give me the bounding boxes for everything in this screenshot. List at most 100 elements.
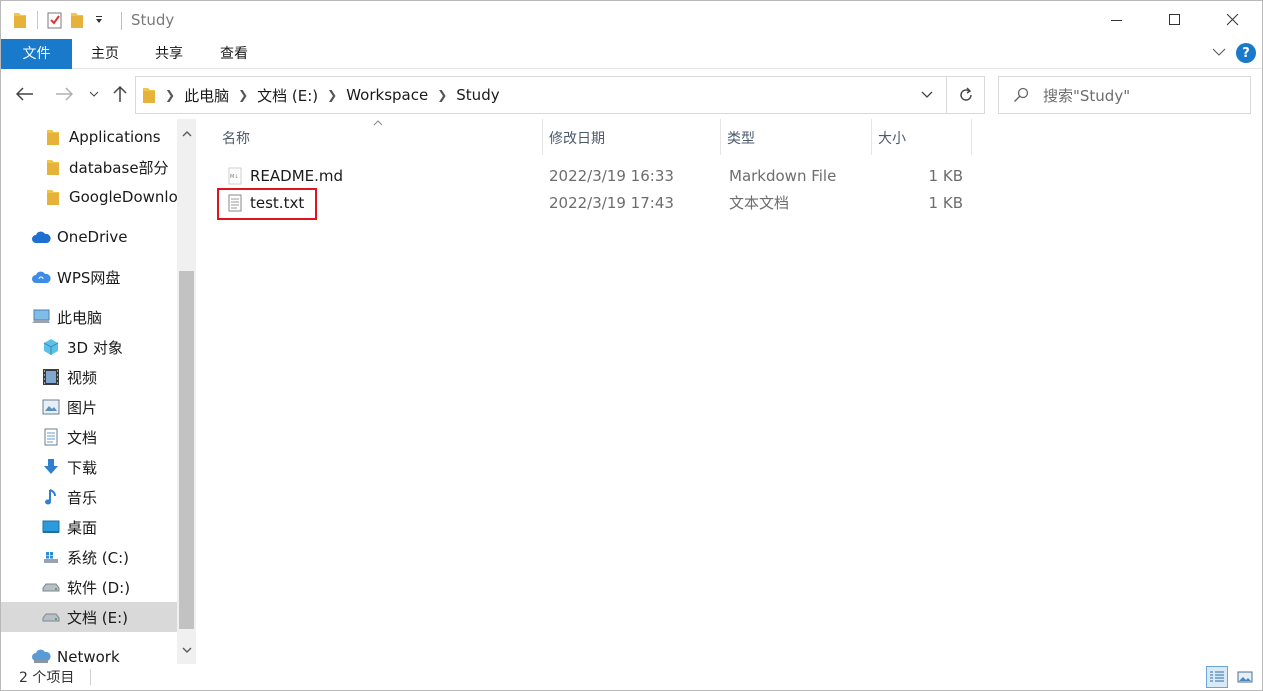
navigation-pane: Applications database部分 GoogleDownlo One…: [1, 119, 198, 664]
sidebar-item-label: 软件 (D:): [67, 578, 131, 597]
new-folder-icon[interactable]: [66, 9, 88, 31]
sidebar-item-desktop[interactable]: 桌面: [1, 512, 177, 542]
sidebar-item-label: 文档 (E:): [67, 608, 129, 627]
breadcrumb: ❯ 此电脑 ❯ 文档 (E:) ❯ Workspace ❯ Study: [142, 77, 500, 113]
column-header-size[interactable]: 大小: [871, 119, 971, 157]
svg-text:M↓: M↓: [230, 174, 239, 180]
details-view-button[interactable]: [1206, 666, 1228, 688]
sidebar-item-database[interactable]: database部分: [1, 152, 177, 182]
file-explorer-window: Study 文件 主页 共享 查看 ? ❯ 此电脑 ❯ 文档 (E:) ❯ Wo…: [0, 0, 1263, 691]
column-header-name[interactable]: 名称: [215, 119, 540, 157]
wps-cloud-icon: [31, 267, 51, 287]
sidebar-item-googledownload[interactable]: GoogleDownlo: [1, 182, 177, 212]
sidebar-item-documents[interactable]: 文档: [1, 422, 177, 452]
sidebar-item-network[interactable]: Network: [1, 642, 177, 664]
network-icon: [31, 647, 51, 664]
expand-ribbon-chevron-icon[interactable]: [1212, 45, 1226, 61]
sidebar-item-label: 视频: [67, 368, 98, 387]
system-drive-icon: [41, 547, 61, 567]
sidebar-item-applications[interactable]: Applications: [1, 122, 177, 152]
sidebar-item-videos[interactable]: 视频: [1, 362, 177, 392]
markdown-file-icon: M↓: [228, 167, 242, 185]
folder-icon: [43, 157, 63, 177]
chevron-right-icon[interactable]: ❯: [165, 88, 175, 102]
chevron-right-icon[interactable]: ❯: [437, 88, 447, 102]
search-input[interactable]: 搜索"Study": [1043, 85, 1130, 106]
recent-locations-chevron-icon[interactable]: [84, 83, 104, 105]
sidebar-item-label: 桌面: [67, 518, 98, 537]
breadcrumb-drive-e[interactable]: 文档 (E:): [257, 85, 318, 106]
folder-icon: [142, 86, 156, 104]
sidebar-item-label: 3D 对象: [67, 338, 123, 357]
address-history-chevron-icon[interactable]: [914, 77, 940, 113]
navigation-bar: ❯ 此电脑 ❯ 文档 (E:) ❯ Workspace ❯ Study 搜索"S…: [1, 71, 1262, 119]
ribbon-tabs: 文件 主页 共享 查看 ?: [1, 39, 1262, 69]
sidebar-item-drive-c[interactable]: 系统 (C:): [1, 542, 177, 572]
sidebar-item-label: GoogleDownlo: [69, 188, 177, 206]
sidebar-item-label: WPS网盘: [57, 268, 121, 287]
column-header-modified[interactable]: 修改日期: [542, 119, 720, 157]
file-row-test[interactable]: test.txt 2022/3/19 17:43 文本文档 1 KB: [218, 190, 978, 216]
documents-icon: [41, 427, 61, 447]
sidebar-item-label: OneDrive: [57, 228, 128, 246]
customize-qat-dropdown-icon[interactable]: [88, 9, 110, 31]
large-icons-view-icon: [1237, 671, 1253, 683]
breadcrumb-this-pc[interactable]: 此电脑: [184, 85, 229, 106]
sidebar-item-label: 音乐: [67, 488, 98, 507]
up-arrow-icon[interactable]: [109, 83, 131, 105]
large-icons-view-button[interactable]: [1234, 666, 1256, 688]
sidebar-item-pictures[interactable]: 图片: [1, 392, 177, 422]
sidebar-item-wps[interactable]: WPS网盘: [1, 262, 177, 292]
search-box[interactable]: 搜索"Study": [998, 76, 1251, 114]
title-bar: Study: [1, 1, 1262, 39]
downloads-icon: [41, 457, 61, 477]
tab-view[interactable]: 查看: [206, 39, 262, 69]
3d-objects-icon: [41, 337, 61, 357]
sidebar-item-this-pc[interactable]: 此电脑: [1, 302, 177, 332]
forward-arrow-icon[interactable]: [53, 83, 75, 105]
pictures-icon: [41, 397, 61, 417]
breadcrumb-study[interactable]: Study: [456, 86, 499, 104]
refresh-button[interactable]: [947, 76, 985, 114]
refresh-icon: [959, 87, 972, 101]
sidebar-item-downloads[interactable]: 下载: [1, 452, 177, 482]
scroll-up-arrow-icon[interactable]: [177, 121, 196, 145]
help-icon[interactable]: ?: [1236, 43, 1256, 63]
chevron-right-icon[interactable]: ❯: [238, 88, 248, 102]
folder-icon: [43, 127, 63, 147]
sidebar-item-label: Network: [57, 648, 120, 664]
sidebar-item-label: Applications: [69, 128, 161, 146]
file-size: 1 KB: [928, 167, 963, 185]
sidebar-item-3d-objects[interactable]: 3D 对象: [1, 332, 177, 362]
file-type: Markdown File: [729, 167, 837, 185]
sidebar-item-drive-e[interactable]: 文档 (E:): [1, 602, 177, 632]
scrollbar-thumb[interactable]: [179, 271, 194, 629]
tab-file[interactable]: 文件: [1, 39, 72, 69]
properties-icon[interactable]: [44, 9, 66, 31]
file-modified: 2022/3/19 17:43: [549, 194, 674, 212]
file-row-readme[interactable]: M↓ README.md 2022/3/19 16:33 Markdown Fi…: [218, 163, 978, 189]
file-list: 名称 修改日期 类型 大小 M↓ README.md 2022/3/19 16:…: [198, 119, 1262, 664]
back-arrow-icon[interactable]: [14, 83, 36, 105]
breadcrumb-workspace[interactable]: Workspace: [346, 86, 428, 104]
chevron-right-icon[interactable]: ❯: [327, 88, 337, 102]
sidebar-item-music[interactable]: 音乐: [1, 482, 177, 512]
tab-share[interactable]: 共享: [141, 39, 197, 69]
maximize-button[interactable]: [1146, 1, 1204, 39]
highlight-box: [217, 188, 317, 220]
sidebar-item-onedrive[interactable]: OneDrive: [1, 222, 177, 252]
address-bar[interactable]: ❯ 此电脑 ❯ 文档 (E:) ❯ Workspace ❯ Study: [135, 76, 947, 114]
sidebar-item-label: 此电脑: [57, 308, 103, 327]
search-icon: [999, 87, 1043, 103]
tab-home[interactable]: 主页: [77, 39, 133, 69]
sidebar-item-drive-d[interactable]: 软件 (D:): [1, 572, 177, 602]
folder-icon[interactable]: [9, 9, 31, 31]
sidebar-item-label: 系统 (C:): [67, 548, 129, 567]
close-button[interactable]: [1204, 1, 1262, 39]
videos-icon: [41, 367, 61, 387]
scroll-down-arrow-icon[interactable]: [177, 638, 196, 662]
sidebar-scrollbar[interactable]: [177, 119, 196, 664]
minimize-button[interactable]: [1088, 1, 1146, 39]
music-icon: [41, 487, 61, 507]
column-header-type[interactable]: 类型: [720, 119, 870, 157]
